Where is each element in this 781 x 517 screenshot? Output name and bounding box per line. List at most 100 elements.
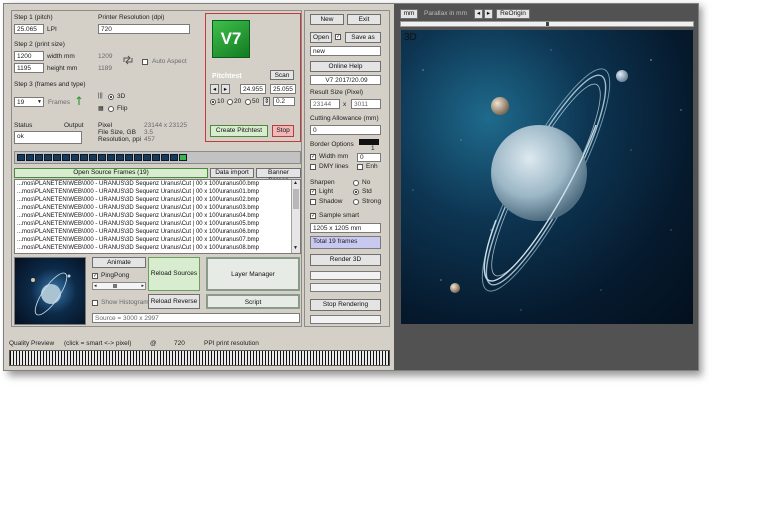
border-width-input[interactable]: 0 [357,153,381,162]
frame-segment[interactable] [62,154,70,161]
reorigin-button[interactable]: ReOrigin [496,9,530,19]
pt-opt3-radio[interactable] [245,99,251,105]
animate-button[interactable]: Animate [92,257,146,268]
frame-segment[interactable] [26,154,34,161]
pt-opt2-radio[interactable] [227,99,233,105]
light-checkbox[interactable]: ✓ [310,189,316,195]
printer-resolution-input[interactable]: 720 [98,24,190,34]
new-button[interactable]: New [310,14,344,25]
frames-list-scrollbar[interactable]: ▲ ▼ [291,180,300,253]
border-color-swatch[interactable] [359,139,379,145]
filename-input[interactable]: new [310,46,381,56]
frame-segment[interactable] [80,154,88,161]
sample-smart-checkbox[interactable]: ✓ [310,213,316,219]
frames-list[interactable]: ...mos\PLANETEN\WEB\000 - URANUS\3D Sequ… [14,179,301,254]
show-histogram-checkbox[interactable] [92,300,98,306]
parallax-prev-button[interactable]: ◂ [474,9,483,19]
progress-bar-2 [310,283,381,292]
pingpong-checkbox[interactable]: ✓ [92,273,98,279]
frame-strip[interactable] [14,151,301,164]
open-button[interactable]: Open [310,32,332,43]
dmy-lines-checkbox[interactable] [310,164,316,170]
reload-sources-button[interactable]: Reload Sources [148,257,200,291]
scroll-down-icon[interactable]: ▼ [293,245,298,251]
pitch-next-button[interactable]: ▸ [221,84,230,94]
reload-reverse-button[interactable]: Reload Reverse [148,294,200,309]
frame-segment[interactable] [170,154,178,161]
pitch-prev-button[interactable]: ◂ [210,84,219,94]
parallax-next-button[interactable]: ▸ [484,9,493,19]
cutting-allowance-input[interactable]: 0 [310,125,381,135]
online-help-button[interactable]: Online Help [310,61,381,72]
create-pitchtest-button[interactable]: Create Pitchtest [210,125,268,137]
frame-list-item[interactable]: ...mos\PLANETEN\WEB\000 - URANUS\3D Sequ… [15,228,300,236]
data-import-button[interactable]: Data import [210,168,254,178]
frame-segment[interactable] [134,154,142,161]
frame-segment[interactable] [17,154,25,161]
sharpen-std-radio[interactable] [353,189,359,195]
stop-rendering-button[interactable]: Stop Rendering [310,299,381,311]
unit-button[interactable]: mm [400,9,418,19]
arrow-right-icon[interactable]: ▸ [141,283,144,289]
pt-opt1-radio[interactable] [210,99,216,105]
type-flip-radio[interactable] [108,106,114,112]
frame-segment[interactable] [116,154,124,161]
frame-segment[interactable] [107,154,115,161]
width-mm-checkbox[interactable]: ✓ [310,154,316,160]
frame-segment[interactable] [143,154,151,161]
sharpen-no-radio[interactable] [353,180,359,186]
layer-manager-button[interactable]: Layer Manager [206,257,300,291]
frame-list-item[interactable]: ...mos\PLANETEN\WEB\000 - URANUS\3D Sequ… [15,236,300,244]
shadow-checkbox[interactable] [310,199,316,205]
frame-list-item[interactable]: ...mos\PLANETEN\WEB\000 - URANUS\3D Sequ… [15,220,300,228]
frame-list-item[interactable]: ...mos\PLANETEN\WEB\000 - URANUS\3D Sequ… [15,204,300,212]
slider-thumb[interactable] [113,284,117,288]
frame-list-item[interactable]: ...mos\PLANETEN\WEB\000 - URANUS\3D Sequ… [15,188,300,196]
save-as-checkbox[interactable]: ✓ [335,34,341,40]
frame-segment-active[interactable] [179,154,187,161]
render-3d-button[interactable]: Render 3D [310,254,381,266]
frame-segment[interactable] [53,154,61,161]
frame-segment[interactable] [89,154,97,161]
pt-step-spinner[interactable]: ⇕ [263,97,270,106]
frame-segment[interactable] [98,154,106,161]
save-as-button[interactable]: Save as [345,32,381,43]
frame-segment[interactable] [44,154,52,161]
frame-segment[interactable] [161,154,169,161]
scroll-up-icon[interactable]: ▲ [293,180,298,186]
frame-segment[interactable] [71,154,79,161]
script-button[interactable]: Script [206,294,300,309]
pitchtest-value1[interactable]: 24.955 [240,84,266,94]
slider-thumb[interactable] [546,22,549,26]
quality-preview-strip[interactable] [9,350,390,366]
stop-pitchtest-button[interactable]: Stop [272,125,294,137]
arrow-left-icon[interactable]: ◂ [94,283,97,289]
pt-step-input[interactable]: 0.2 [273,97,295,106]
animation-speed-slider[interactable]: ◂ ▸ [92,282,146,290]
exit-button[interactable]: Exit [347,14,381,25]
scrollbar-thumb[interactable] [293,189,299,209]
pitch-input[interactable]: 25.065 [14,24,44,34]
open-source-frames-button[interactable]: Open Source Frames (19) [14,168,208,178]
frame-list-item[interactable]: ...mos\PLANETEN\WEB\000 - URANUS\3D Sequ… [15,244,300,252]
type-3d-radio[interactable] [108,94,114,100]
frames-select[interactable]: 19 ▼ [14,97,44,107]
frame-segment[interactable] [35,154,43,161]
parallax-slider[interactable] [400,21,694,27]
frame-list-item[interactable]: ...mos\PLANETEN\WEB\000 - URANUS\3D Sequ… [15,180,300,188]
frame-segment[interactable] [152,154,160,161]
frame-list-item[interactable]: ...mos\PLANETEN\WEB\000 - URANUS\3D Sequ… [15,212,300,220]
width-mm-label: Width mm [319,153,349,160]
frame-segment[interactable] [125,154,133,161]
link-aspect-icon[interactable] [122,55,134,65]
banner-screen-button[interactable]: Banner Screen [256,168,301,184]
sharpen-strong-radio[interactable] [353,199,359,205]
width-input[interactable]: 1200 [14,51,44,61]
height-input[interactable]: 1195 [14,63,44,73]
frame-list-item[interactable]: ...mos\PLANETEN\WEB\000 - URANUS\3D Sequ… [15,196,300,204]
auto-aspect-checkbox[interactable] [142,59,148,65]
render-preview[interactable]: 3D [401,30,693,324]
scan-button[interactable]: Scan [270,70,294,80]
enh-checkbox[interactable] [357,164,363,170]
pitchtest-value2[interactable]: 25.055 [270,84,296,94]
